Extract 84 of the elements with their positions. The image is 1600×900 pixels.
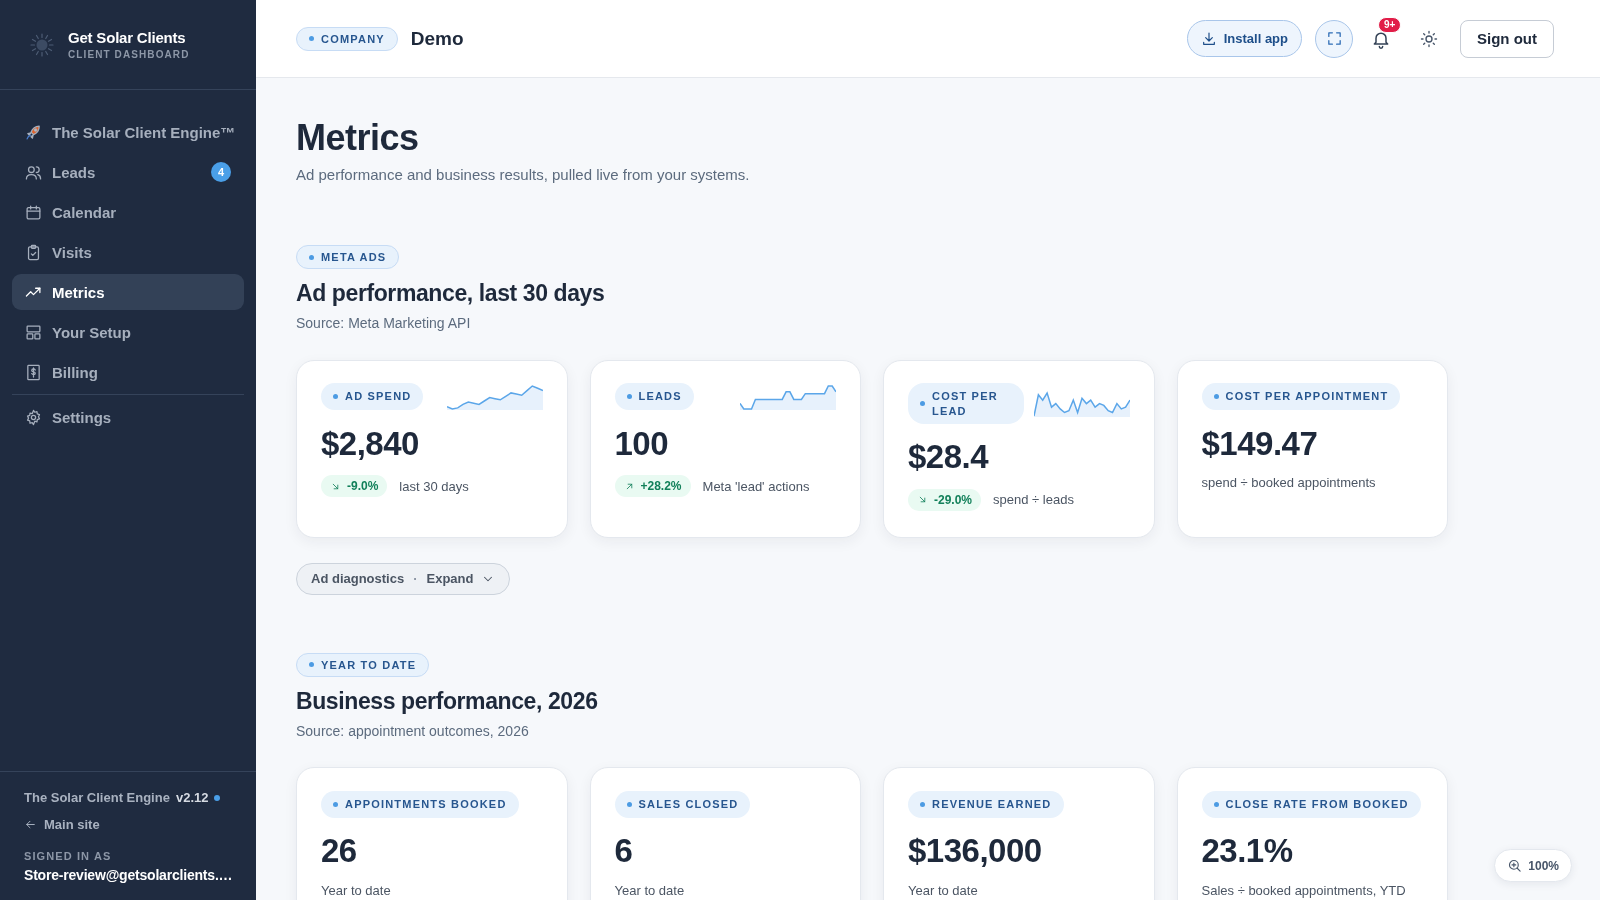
dot-icon	[309, 36, 314, 41]
dot-icon	[333, 394, 338, 400]
metric-label: COST PER LEAD	[932, 388, 999, 419]
calendar-icon	[25, 203, 42, 221]
brand-name: Get Solar Clients	[68, 29, 187, 46]
sidebar-item[interactable]: Your Setup	[12, 314, 244, 350]
signed-in-label: SIGNED IN AS	[24, 850, 113, 862]
metric-value: 6	[614, 831, 634, 872]
trend-change: -9.0%	[347, 479, 379, 494]
metric-label: REVENUE EARNED	[932, 797, 1052, 812]
metric-note: Meta 'lead' actions	[702, 478, 810, 494]
metric-note: spend ÷ leads	[993, 492, 1074, 508]
company-name: Demo	[410, 27, 464, 50]
page-subtitle: Ad performance and business results, pulled live from your systems.	[296, 165, 751, 186]
metric-value: 23.1%	[1201, 831, 1294, 872]
metric-note: spend ÷ booked appointments	[1201, 475, 1376, 491]
users-icon	[25, 163, 42, 181]
metric-value: $28.4	[908, 437, 990, 477]
sidebar-item[interactable]: Visits	[12, 234, 244, 270]
metric-note: last 30 days	[399, 478, 469, 494]
sidebar-item[interactable]: Billing	[12, 354, 244, 390]
page-title: Metrics	[296, 116, 420, 160]
rocket-icon	[25, 123, 42, 141]
metric-note: Year to date	[321, 883, 391, 899]
metric-label: SALES CLOSED	[638, 797, 739, 812]
dollar-receipt-icon	[25, 363, 42, 381]
notification-count: 9+	[1378, 16, 1402, 33]
section-heading: Business performance, 2026	[296, 686, 599, 716]
zoom-level-button[interactable]: 100%	[1494, 849, 1572, 882]
sidebar-item[interactable]: Settings	[12, 399, 244, 435]
sidebar-item[interactable]: The Solar Client Engine™	[12, 114, 244, 150]
brand-subtitle: CLIENT DASHBOARD	[68, 49, 190, 60]
metric-label: AD SPEND	[345, 389, 412, 405]
section-heading: Ad performance, last 30 days	[296, 279, 606, 309]
metric-label: APPOINTMENTS BOOKED	[345, 797, 507, 812]
metric-label: CLOSE RATE FROM BOOKED	[1225, 797, 1409, 812]
diagnostics-toggle[interactable]: Ad diagnostics · Expand	[296, 562, 510, 595]
product-name: The Solar Client Engine	[24, 790, 170, 805]
fullscreen-icon	[1325, 30, 1343, 47]
dot-icon	[626, 801, 632, 807]
sidebar-item[interactable]: Calendar	[12, 194, 244, 230]
dot-icon	[1213, 801, 1219, 807]
metric-note: Sales ÷ booked appointments, YTD	[1201, 883, 1406, 899]
tag-label: META ADS	[321, 251, 387, 264]
trend-change: +28.2%	[640, 479, 682, 494]
dot-icon	[309, 662, 314, 668]
clipboard-check-icon	[25, 243, 42, 261]
install-app-button[interactable]: Install app	[1186, 20, 1302, 57]
layout-icon	[25, 323, 42, 341]
dot-icon	[626, 394, 632, 400]
dot-icon	[920, 801, 925, 807]
tag-label: COMPANY	[321, 32, 385, 45]
sun-logo-icon	[30, 32, 54, 57]
sign-out-button[interactable]: Sign out	[1460, 19, 1554, 58]
section-source: Source: appointment outcomes, 2026	[296, 721, 530, 741]
download-icon	[1200, 30, 1217, 47]
dot-icon	[333, 801, 338, 807]
account-email: Store-review@getsolarclients.…	[24, 867, 232, 883]
metric-value: $2,840	[321, 423, 420, 464]
fullscreen-button[interactable]	[1315, 19, 1353, 58]
settings-icon	[25, 408, 42, 426]
metric-value: 100	[614, 423, 670, 464]
metric-note: Year to date	[908, 883, 978, 899]
dot-icon	[1213, 394, 1219, 400]
metric-value: 26	[321, 831, 358, 872]
main-site-link[interactable]: Main site	[24, 817, 100, 832]
trend-change: -29.0%	[934, 492, 973, 507]
sidebar-item[interactable]: Leads 4	[12, 154, 244, 190]
zoom-in-icon	[1507, 858, 1523, 873]
dot-icon	[309, 254, 314, 260]
status-dot-icon	[214, 794, 221, 801]
tag-label: YEAR TO DATE	[321, 658, 417, 671]
metric-label: LEADS	[638, 389, 682, 405]
metric-value: $136,000	[908, 831, 1043, 872]
sun-icon[interactable]	[1420, 29, 1438, 48]
dot-icon	[920, 401, 925, 406]
arrow-left-icon	[24, 818, 37, 831]
sidebar-item[interactable]: Metrics	[12, 274, 244, 310]
metric-value: $149.47	[1201, 423, 1319, 464]
metric-note: Year to date	[614, 883, 685, 899]
version-label: v2.12	[175, 790, 209, 805]
section-source: Source: Meta Marketing API	[296, 314, 472, 334]
count-badge: 4	[211, 162, 231, 182]
metric-label: COST PER APPOINTMENT	[1225, 389, 1389, 405]
